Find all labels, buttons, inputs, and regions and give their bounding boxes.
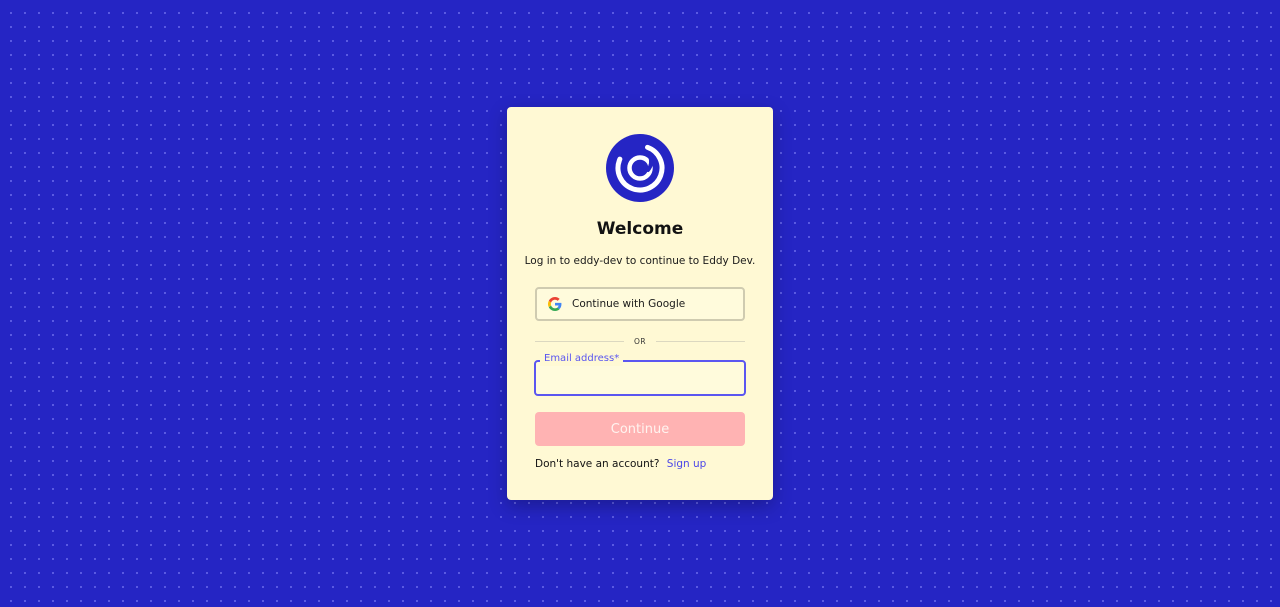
continue-with-google-button[interactable]: Continue with Google xyxy=(535,287,745,321)
login-card: Welcome Log in to eddy-dev to continue t… xyxy=(507,107,773,500)
divider-text: OR xyxy=(633,336,647,346)
page-subtitle: Log in to eddy-dev to continue to Eddy D… xyxy=(524,255,756,267)
eddy-logo-icon xyxy=(606,134,674,202)
email-label: Email address* xyxy=(540,352,624,366)
divider-line-left xyxy=(535,340,624,342)
signup-link[interactable]: Sign up xyxy=(667,458,707,470)
google-icon xyxy=(548,297,562,311)
continue-button[interactable]: Continue xyxy=(535,412,745,446)
divider-line-right xyxy=(656,340,745,342)
email-field-wrapper: Email address* xyxy=(534,352,746,396)
google-button-label: Continue with Google xyxy=(572,298,686,310)
page-title: Welcome xyxy=(596,219,684,239)
signup-row: Don't have an account? Sign up xyxy=(535,458,706,470)
or-divider: OR xyxy=(535,335,745,347)
signup-prompt: Don't have an account? xyxy=(535,458,660,470)
